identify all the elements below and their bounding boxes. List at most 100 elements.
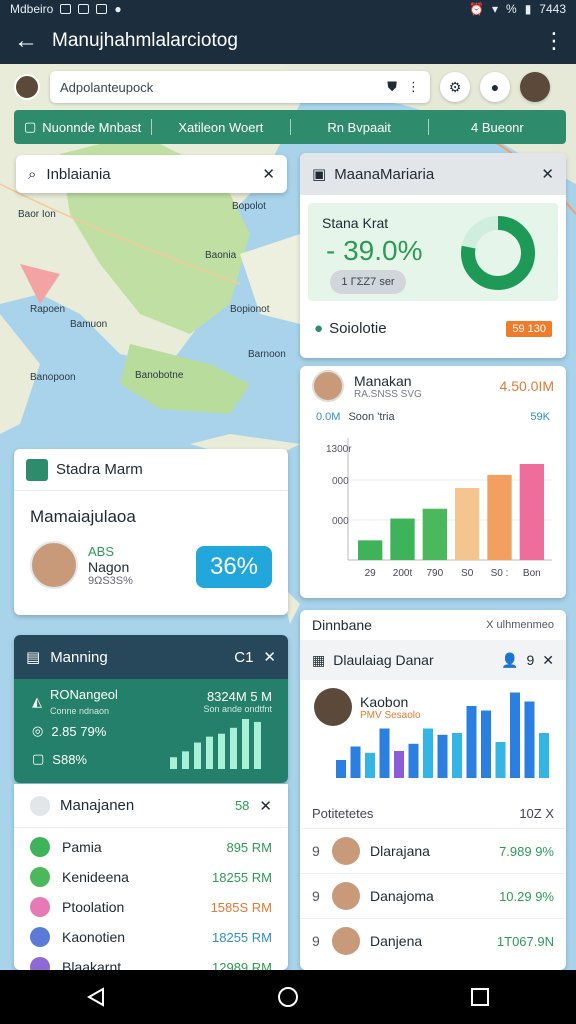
profile-header: Stadra Marm	[14, 449, 288, 491]
profile-avatar[interactable]	[520, 72, 550, 102]
close-icon[interactable]: ✕	[263, 648, 276, 666]
stat-panel: Stana Krat - 39.0% 1 ΓΣΖ7 ser	[308, 203, 558, 301]
bar-chart: 1300r 000 000 29 200t 790 S0 S0 : Bon	[326, 438, 552, 579]
tab-2[interactable]: Xatileon Woert	[152, 120, 289, 135]
people-row[interactable]: 9 Danajoma 10.29 9%	[300, 873, 566, 918]
close-icon[interactable]: ✕	[542, 652, 554, 669]
recents-nav-icon[interactable]	[460, 977, 500, 1017]
person-name: Danjena	[370, 933, 423, 949]
person-avatar	[332, 882, 360, 910]
chat-icon[interactable]: ●	[480, 72, 510, 102]
close-icon[interactable]: ✕	[259, 797, 272, 815]
settings-gear-icon[interactable]: ⚙	[440, 72, 470, 102]
signal-label: %	[506, 2, 517, 16]
shield-icon[interactable]: ⛊	[387, 79, 397, 95]
tab-label: Nuonnde Mnbast	[42, 119, 142, 135]
list-item[interactable]: Pamia 895 RM	[14, 832, 288, 862]
close-icon[interactable]: ✕	[541, 165, 554, 183]
map-label: Baor Ion	[18, 209, 56, 220]
list-item[interactable]: Blaakarnt 12989 RM	[14, 952, 288, 970]
app-title: Manujhahmlalarciotog	[52, 30, 238, 51]
list-item[interactable]: Kenideena 18255 RM	[14, 862, 288, 892]
app-bar: ← Manujhahmlalarciotog ⋮	[0, 18, 576, 64]
user-avatar[interactable]	[14, 74, 40, 100]
person-info: ABS Nagon 9ΩS3S%	[88, 544, 133, 587]
people-list-controls[interactable]: 10Z X	[519, 806, 554, 821]
bar	[487, 474, 512, 560]
item-name: Ptoolation	[62, 899, 125, 915]
status-bar: Mdbeiro ● ⏰ ▾ % ▮ 7443	[0, 0, 576, 18]
people-list-header: Potitetetes 10Z X	[300, 798, 566, 828]
wifi-icon: ▾	[491, 2, 499, 16]
tab-1[interactable]: ▢ Nuonnde Mnbast	[14, 119, 151, 135]
back-nav-icon[interactable]	[76, 977, 116, 1017]
x-tick: 29	[365, 568, 377, 579]
metric-value: S88%	[52, 751, 87, 767]
list-title: Manajanen	[60, 797, 135, 814]
carrier-label: Mdbeiro	[10, 2, 54, 16]
back-arrow-icon[interactable]: ←	[0, 27, 52, 55]
location-search-field[interactable]: ⌕ Inblaiania ✕	[16, 155, 287, 193]
item-value: 895 RM	[226, 839, 272, 855]
circle-icon	[30, 795, 50, 816]
status-dot-icon	[30, 837, 50, 857]
tab-label: Xatileon Woert	[178, 119, 264, 135]
chart-subrow: 0.0M Soon 'tria 59K	[300, 406, 566, 428]
battery-icon: ▮	[524, 2, 532, 16]
person-value: 7.989 9%	[499, 843, 554, 859]
metric-value: 2.85 79%	[51, 723, 107, 739]
dashboard-subtitle: X ulhmenmeo	[486, 619, 554, 631]
person-name: Danajoma	[370, 888, 434, 904]
donut-chart	[461, 216, 535, 290]
status-dot-icon	[30, 897, 50, 917]
dashboard-title: Dinnbane	[312, 617, 372, 633]
y-tick: 1300r	[326, 444, 352, 455]
x-tick: Bon	[523, 568, 541, 579]
people-row[interactable]: 9 Dlarajana 7.989 9%	[300, 828, 566, 873]
bar	[519, 464, 544, 560]
search-icon: ⌕	[28, 165, 37, 183]
dashboard-header: Dinnbane X ulhmenmeo	[300, 610, 566, 640]
map-label: Baonia	[205, 250, 237, 261]
status-dot-icon	[30, 927, 50, 947]
management-list-card: Manajanen 58 ✕ Pamia 895 RM Kenideena 18255…	[14, 784, 288, 970]
tab-3[interactable]: Rn Bvpaait	[291, 120, 428, 135]
x-tick: 200t	[393, 568, 413, 579]
search-input[interactable]: Adpolanteupock ⛊ ⋮	[50, 71, 430, 103]
more-vertical-icon[interactable]: ⋮	[407, 79, 420, 95]
item-value: 18255 RM	[212, 869, 272, 885]
overview-header: ▣ MaanaMariaria ✕	[300, 153, 566, 195]
profile-header-title: Stadra Marm	[56, 461, 143, 478]
item-name: Pamia	[62, 839, 102, 855]
home-nav-icon[interactable]	[268, 977, 308, 1017]
notification-icon	[60, 4, 72, 14]
bar	[390, 518, 415, 560]
data-count: 9	[526, 652, 535, 668]
activity-bar	[495, 742, 506, 778]
activity-bar	[466, 706, 477, 778]
person-avatar	[332, 837, 360, 865]
list-item[interactable]: Kaonotien 18255 RM	[14, 922, 288, 952]
square-icon: ▢	[32, 751, 45, 766]
map-label: Banopoon	[30, 372, 76, 383]
mini-bar	[230, 727, 237, 769]
list-item[interactable]: Ptoolation 1585S RM	[14, 892, 288, 922]
metric-row: ◎ 2.85 79%	[32, 723, 106, 739]
mini-bar	[194, 742, 201, 769]
activity-bar	[452, 733, 462, 778]
profile-card[interactable]: Stadra Marm Mamaiajulaoa ABS Nagon 9ΩS3S…	[14, 449, 288, 615]
close-icon[interactable]: ✕	[262, 165, 275, 183]
grid-icon: ▦	[312, 651, 326, 668]
x-tick: S0	[461, 568, 474, 579]
location-text: Inblaiania	[46, 165, 111, 183]
monitoring-title: Manning	[50, 648, 108, 666]
image-icon	[26, 458, 48, 481]
item-name: Blaakarnt	[62, 959, 122, 970]
people-row[interactable]: 9 Danjena 1T067.9N	[300, 918, 566, 963]
person-value: 1T067.9N	[496, 933, 554, 949]
sub-mid: Soon 'tria	[348, 411, 395, 423]
more-menu-icon[interactable]: ⋮	[532, 30, 576, 52]
person-code: 9ΩS3S%	[88, 574, 133, 587]
tab-4[interactable]: 4 Bueonr	[429, 120, 566, 135]
person-avatar	[332, 927, 360, 955]
